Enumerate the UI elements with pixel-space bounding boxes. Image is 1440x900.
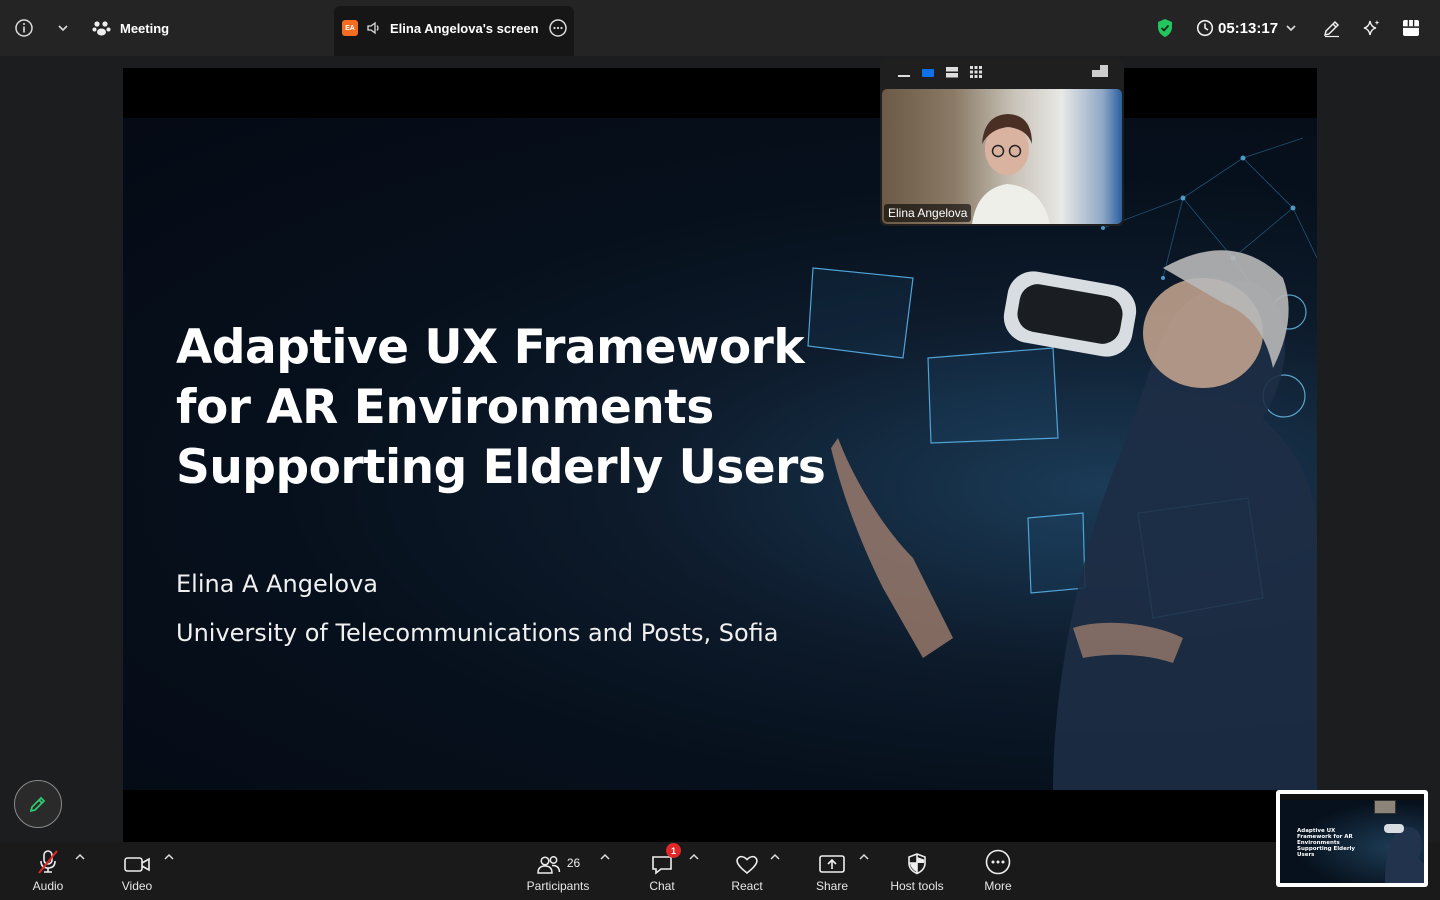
react-button[interactable]: React bbox=[725, 842, 769, 900]
host-tools-button[interactable]: Host tools bbox=[884, 842, 950, 900]
presentation-slide: Adaptive UX Framework for AR Environment… bbox=[123, 118, 1317, 790]
participants-label: Participants bbox=[526, 879, 590, 893]
audio-button[interactable]: Audio bbox=[26, 842, 70, 900]
meeting-timer[interactable]: 05:13:17 bbox=[1196, 0, 1298, 56]
host-shield-icon bbox=[908, 853, 926, 875]
chat-unread-badge: 1 bbox=[666, 843, 681, 858]
layout-minimize-icon bbox=[898, 75, 910, 77]
ai-sparkle-icon bbox=[1363, 20, 1380, 36]
chat-label: Chat bbox=[649, 879, 675, 893]
react-label: React bbox=[731, 879, 763, 893]
microphone-muted-icon bbox=[38, 850, 58, 874]
chat-options-caret-icon[interactable] bbox=[687, 850, 701, 864]
shared-content-thumbnail[interactable]: Adaptive UX Framework for AR Environment… bbox=[1276, 790, 1428, 887]
meeting-tab-label: Meeting bbox=[120, 20, 170, 36]
annotate-button[interactable] bbox=[1322, 0, 1342, 56]
participant-name-tag: Elina Angelova bbox=[884, 204, 972, 222]
participants-count: 26 bbox=[566, 856, 581, 870]
slide-title-line-2: for AR Environments bbox=[176, 380, 714, 435]
meeting-tab[interactable]: Meeting bbox=[92, 0, 169, 56]
security-shield-icon bbox=[1158, 19, 1172, 37]
more-icon bbox=[985, 849, 1011, 875]
heart-icon bbox=[736, 855, 758, 875]
video-layout-controls bbox=[898, 65, 1108, 78]
shared-screen-tab-content: EA Elina Angelova's screen bbox=[342, 0, 539, 56]
video-options-caret-icon[interactable] bbox=[162, 850, 176, 864]
layout-speaker-icon bbox=[922, 69, 934, 77]
shared-screen-view[interactable]: Adaptive UX Framework for AR Environment… bbox=[123, 68, 1317, 842]
ai-companion-button[interactable] bbox=[1362, 0, 1382, 56]
slide-author: Elina A Angelova bbox=[176, 570, 378, 598]
participants-paw-icon bbox=[92, 21, 111, 36]
chevron-down-icon bbox=[1286, 25, 1296, 32]
share-label: Share bbox=[815, 879, 849, 893]
share-button[interactable]: Share bbox=[810, 842, 854, 900]
participants-icon bbox=[537, 856, 561, 874]
audio-options-caret-icon[interactable] bbox=[73, 850, 87, 864]
react-options-caret-icon[interactable] bbox=[768, 850, 782, 864]
speaker-icon bbox=[367, 21, 379, 35]
layout-side-by-side-icon bbox=[946, 67, 958, 78]
video-camera-icon bbox=[124, 857, 150, 872]
share-options-caret-icon[interactable] bbox=[857, 850, 871, 864]
floating-video-panel[interactable]: Elina Angelova bbox=[880, 58, 1124, 226]
more-button[interactable]: More bbox=[976, 842, 1020, 900]
chevron-down-icon bbox=[58, 25, 68, 32]
floating-annotate-button[interactable] bbox=[14, 780, 62, 828]
participants-button[interactable]: 26 Participants bbox=[520, 842, 596, 900]
host-tools-label: Host tools bbox=[890, 879, 944, 893]
audio-label: Audio bbox=[32, 879, 64, 893]
more-options-icon bbox=[549, 19, 567, 37]
participants-options-caret-icon[interactable] bbox=[598, 850, 612, 864]
more-label: More bbox=[984, 879, 1012, 893]
participant-video[interactable]: Elina Angelova bbox=[882, 89, 1122, 224]
info-icon bbox=[15, 19, 33, 37]
slide-affiliation: University of Telecommunications and Pos… bbox=[176, 619, 779, 647]
security-indicator[interactable] bbox=[1156, 0, 1174, 56]
layout-gallery-icon bbox=[970, 66, 982, 78]
clock-icon bbox=[1196, 19, 1214, 37]
share-screen-icon bbox=[819, 855, 845, 873]
hide-video-panel-icon bbox=[1092, 65, 1108, 77]
video-label: Video bbox=[121, 879, 153, 893]
video-button[interactable]: Video bbox=[115, 842, 159, 900]
thumbnail-preview: Adaptive UX Framework for AR Environment… bbox=[1280, 794, 1424, 883]
thumbnail-illustration bbox=[1384, 824, 1424, 883]
timer-value: 05:13:17 bbox=[1218, 19, 1279, 37]
presenter-badge: EA bbox=[342, 20, 358, 36]
shared-screen-title: Elina Angelova's screen bbox=[390, 20, 539, 36]
slide-title: Adaptive UX Framework for AR Environment… bbox=[176, 318, 896, 498]
info-button[interactable] bbox=[14, 0, 34, 56]
meeting-controls-bar: Audio Video 26 Participants Chat React S… bbox=[0, 842, 1440, 900]
apps-button[interactable] bbox=[1402, 0, 1420, 56]
meeting-menu-toggle[interactable] bbox=[56, 0, 70, 56]
slide-title-line-1: Adaptive UX Framework bbox=[176, 320, 805, 375]
pencil-icon bbox=[29, 796, 46, 813]
slide-title-line-3: Supporting Elderly Users bbox=[176, 440, 826, 495]
meeting-stage: Adaptive UX Framework for AR Environment… bbox=[0, 56, 1440, 842]
shared-screen-options-button[interactable] bbox=[548, 0, 568, 56]
meeting-top-bar: Meeting EA Elina Angelova's screen 05:13… bbox=[0, 0, 1440, 56]
annotate-pen-icon bbox=[1323, 20, 1340, 38]
apps-grid-icon bbox=[1403, 20, 1419, 36]
